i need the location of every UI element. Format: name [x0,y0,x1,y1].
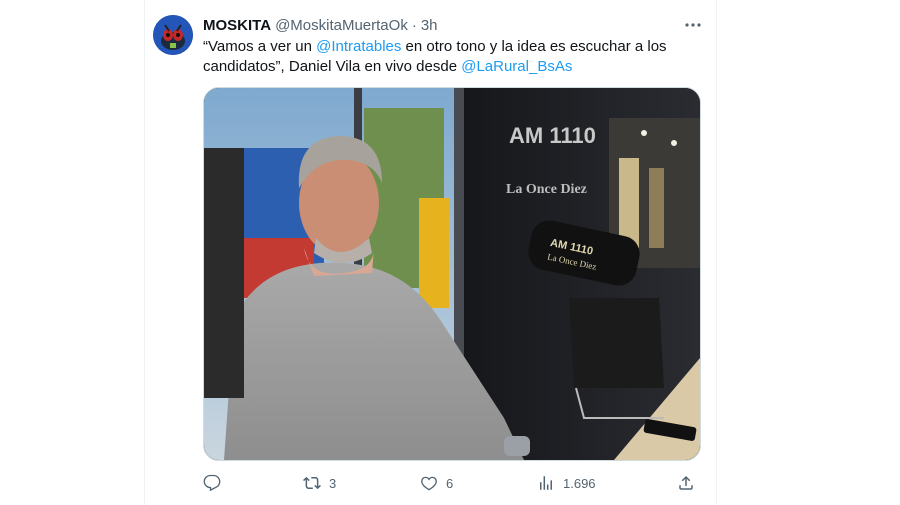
signage-am1110: AM 1110 [509,123,596,148]
signage-la-once-diez: La Once Diez [506,182,587,197]
separator-dot: · [411,17,417,34]
studio-photo: AM 1110 La Once Diez AM 1110 La Once Die… [204,88,700,460]
retweet-count: 3 [329,475,337,491]
views-button[interactable]: 1.696 [537,474,677,492]
mention-intratables[interactable]: @Intratables [316,38,401,55]
tweet-card[interactable]: MOSKITA @MoskitaMuertaOk · 3h “Vamos a v… [144,0,717,505]
mention-larural[interactable]: @LaRural_BsAs [461,58,572,75]
like-count: 6 [446,475,454,491]
reply-icon [203,474,221,492]
author-handle[interactable]: @MoskitaMuertaOk [275,16,408,36]
more-dots-icon [685,23,701,27]
author-avatar[interactable] [153,15,193,55]
like-button[interactable]: 6 [420,474,537,492]
tweet-text: “Vamos a ver un @Intratables en otro ton… [203,37,683,77]
author-name[interactable]: MOSKITA [203,16,271,36]
tweet-photo[interactable]: AM 1110 La Once Diez AM 1110 La Once Die… [203,87,701,461]
share-icon [679,475,693,490]
tweet-text-part-1: “Vamos a ver un [203,38,317,55]
share-button[interactable] [677,474,695,492]
heart-icon [421,476,437,491]
tweet-timestamp[interactable]: 3h [421,16,438,36]
more-options-button[interactable] [680,12,706,38]
retweet-icon [303,476,321,490]
reply-button[interactable] [203,474,303,492]
tweet-actions: 3 6 1.696 [203,470,701,496]
retweet-button[interactable]: 3 [303,474,420,492]
view-count: 1.696 [563,475,596,491]
tweet-header: MOSKITA @MoskitaMuertaOk · 3h [203,16,704,36]
views-icon [540,476,552,490]
